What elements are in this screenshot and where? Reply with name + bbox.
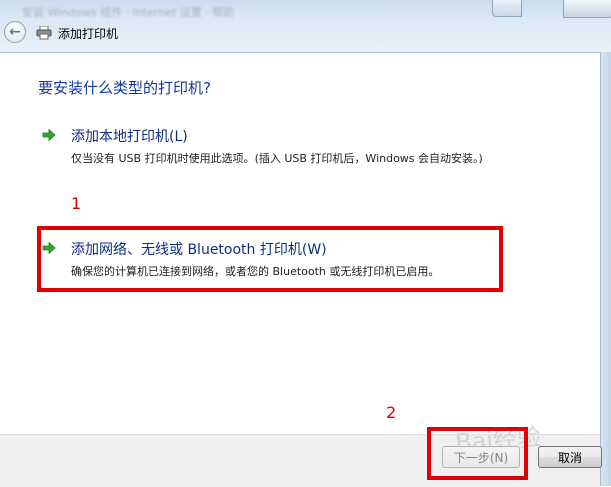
page-question: 要安装什么类型的打印机?	[38, 79, 211, 97]
close-button[interactable]	[563, 0, 611, 18]
window-title: 添加打印机	[58, 27, 119, 41]
minimize-button[interactable]	[492, 0, 522, 17]
annotation-highlight-network-option	[37, 226, 503, 292]
annotation-highlight-next-button	[427, 427, 528, 480]
blurred-caption: 安装 Windows 组件 · Internet 设置 · 帮助	[22, 6, 235, 19]
back-arrow-icon: ←	[9, 24, 21, 40]
option-description: 仅当没有 USB 打印机时使用此选项。(插入 USB 打印机后，Windows …	[71, 152, 483, 165]
annotation-marker-1: 1	[71, 194, 82, 213]
option-add-local-printer[interactable]: 添加本地打印机(L) 仅当没有 USB 打印机时使用此选项。(插入 USB 打印…	[42, 126, 512, 166]
window-frame-right	[600, 52, 611, 486]
green-arrow-icon	[42, 128, 56, 142]
cancel-button[interactable]: 取消	[538, 446, 602, 468]
option-title: 添加本地打印机(L)	[71, 129, 188, 145]
printer-icon	[36, 26, 52, 40]
back-button[interactable]: ←	[4, 21, 26, 43]
title-bar: 安装 Windows 组件 · Internet 设置 · 帮助 ← 添加打印机	[0, 0, 611, 53]
annotation-marker-2: 2	[386, 403, 397, 422]
